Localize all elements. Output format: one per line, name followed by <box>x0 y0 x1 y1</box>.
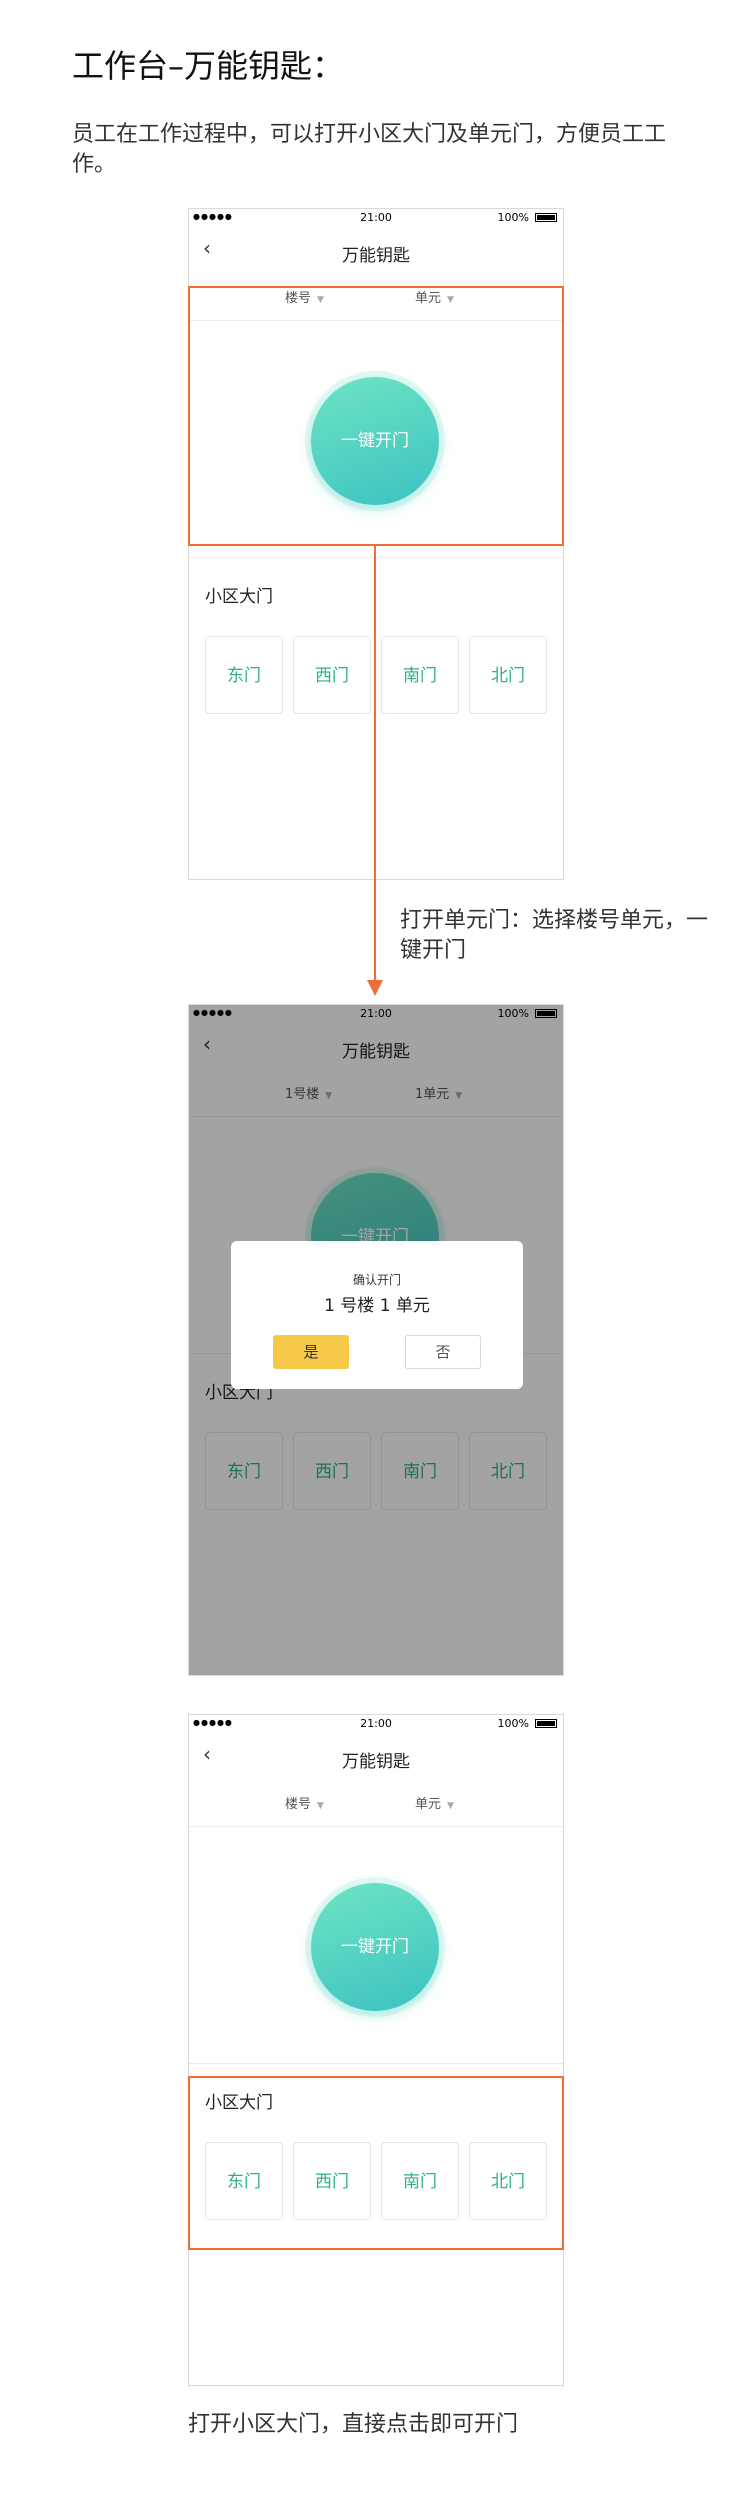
confirm-yes-button[interactable]: 是 <box>273 1335 349 1369</box>
page-title: 工作台–万能钥匙： <box>72 47 345 85</box>
phone-screen-confirm: ●●●●● 21:00 100% ‹ 万能钥匙 1号楼 ▼ 1单元 ▼ 一键开门 小… <box>188 1004 564 1676</box>
dialog-title: 确认开门 <box>352 1273 401 1287</box>
highlight-gate-area <box>188 2076 564 2250</box>
arrow-down-icon <box>367 980 383 996</box>
building-unit-selector: 楼号 ▼ 单元 ▼ <box>189 1793 563 1827</box>
one-key-open-button[interactable]: 一键开门 <box>311 1883 439 2011</box>
unit-selector-label: 单元 <box>415 1797 442 1812</box>
nav-bar: ‹ 万能钥匙 <box>189 1733 563 1779</box>
nav-title: 万能钥匙 <box>342 246 410 266</box>
note-unit-door: 打开单元门：选择楼号单元，一键开门 <box>400 908 709 963</box>
gate-section: 小区大门 东门 西门 南门 北门 <box>189 2063 563 2220</box>
gate-west-button[interactable]: 西门 <box>293 636 371 714</box>
gate-east-button[interactable]: 东门 <box>205 636 283 714</box>
dialog-subtitle: 1 号楼 1 单元 <box>324 1296 430 1316</box>
confirm-open-dialog: 确认开门 1 号楼 1 单元 是 否 <box>231 1241 523 1389</box>
building-selector-label: 楼号 <box>285 1797 312 1812</box>
caret-down-icon: ▼ <box>317 1801 324 1811</box>
building-selector[interactable]: 楼号 ▼ <box>285 1793 324 1812</box>
highlight-open-area <box>188 286 564 546</box>
gate-south-button[interactable]: 南门 <box>381 636 459 714</box>
nav-bar: ‹ 万能钥匙 <box>189 227 563 273</box>
gate-section-title: 小区大门 <box>205 587 273 607</box>
flow-arrow-line <box>374 546 376 986</box>
caret-down-icon: ▼ <box>447 1801 454 1811</box>
confirm-no-button[interactable]: 否 <box>405 1335 481 1369</box>
battery-icon <box>535 213 557 222</box>
gate-section: 小区大门 东门 西门 南门 北门 <box>189 557 563 714</box>
battery-percent: 100% <box>497 1717 529 1730</box>
battery-percent: 100% <box>497 211 529 224</box>
note-gate: 打开小区大门，直接点击即可开门 <box>188 2412 519 2437</box>
page-description: 员工在工作过程中，可以打开小区大门及单元门，方便员工工作。 <box>72 122 667 177</box>
status-bar: ●●●●● 21:00 100% <box>189 1715 563 1733</box>
nav-title: 万能钥匙 <box>342 1752 410 1772</box>
unit-selector[interactable]: 单元 ▼ <box>415 1793 454 1812</box>
phone-screen-gates: ●●●●● 21:00 100% ‹ 万能钥匙 楼号 ▼ 单元 ▼ 一键开门 小区大… <box>188 1714 564 2386</box>
battery-icon <box>535 1719 557 1728</box>
status-bar: ●●●●● 21:00 100% <box>189 209 563 227</box>
gate-north-button[interactable]: 北门 <box>469 636 547 714</box>
